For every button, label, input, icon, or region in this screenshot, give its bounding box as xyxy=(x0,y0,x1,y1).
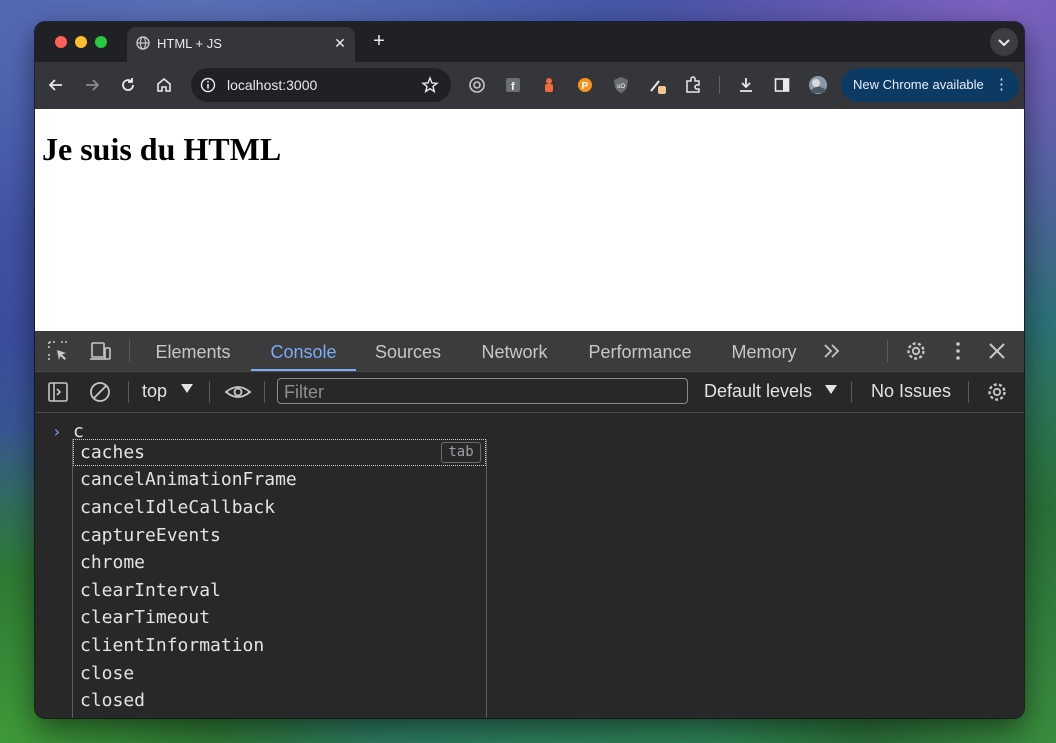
browser-toolbar: localhost:3000 f P uO New Chrome availab… xyxy=(35,62,1024,109)
page-heading: Je suis du HTML xyxy=(42,131,282,167)
tabbar-divider xyxy=(129,340,130,362)
device-toolbar-icon[interactable] xyxy=(88,339,112,363)
customize-menu-icon[interactable] xyxy=(946,339,970,363)
svg-text:uO: uO xyxy=(617,84,625,90)
extension-target-icon[interactable] xyxy=(467,75,487,95)
autocomplete-item[interactable]: cancelIdleCallback xyxy=(73,494,486,521)
active-tab-indicator xyxy=(251,369,356,371)
devtools-panel: Elements Console Sources Network Perform… xyxy=(35,331,1024,718)
autocomplete-item[interactable]: clearInterval xyxy=(73,577,486,604)
tab-hint-badge: tab xyxy=(441,442,481,463)
prompt-chevron-icon: › xyxy=(52,422,62,441)
ublock-shield-icon[interactable]: uO xyxy=(611,75,631,95)
tab-console[interactable]: Console xyxy=(251,331,356,371)
filter-input[interactable]: Filter xyxy=(277,378,688,404)
tab-sources[interactable]: Sources xyxy=(365,331,451,371)
minimize-window-button[interactable] xyxy=(75,36,87,48)
close-tab-icon[interactable]: ✕ xyxy=(331,34,349,52)
kebab-menu-icon[interactable]: ⋮ xyxy=(994,75,1009,93)
clear-console-icon[interactable] xyxy=(88,380,112,404)
chevron-down-icon xyxy=(998,39,1010,47)
tab-search-button[interactable] xyxy=(990,28,1018,56)
extension-f-icon[interactable]: f xyxy=(503,75,523,95)
new-chrome-available-button[interactable]: New Chrome available ⋮ xyxy=(841,68,1019,102)
live-expression-eye-icon[interactable] xyxy=(224,380,252,404)
side-panel-icon[interactable] xyxy=(772,75,792,95)
bookmark-star-icon[interactable] xyxy=(421,76,439,94)
autocomplete-item[interactable]: caches tab xyxy=(73,439,486,466)
extension-eyedropper-icon[interactable] xyxy=(647,75,667,95)
autocomplete-item[interactable]: clearTimeout xyxy=(73,604,486,631)
context-dropdown-icon[interactable] xyxy=(181,384,193,393)
inspect-element-icon[interactable] xyxy=(46,339,70,363)
url-text: localhost:3000 xyxy=(227,77,318,93)
globe-icon xyxy=(136,36,150,50)
more-tabs-chevron-icon[interactable] xyxy=(820,339,844,363)
console-toolbar-divider-5 xyxy=(968,381,969,403)
autocomplete-item[interactable]: cancelAnimationFrame xyxy=(73,466,486,493)
site-info-icon[interactable] xyxy=(200,77,216,93)
console-output[interactable]: › c caches tab cancelAnimationFrame canc… xyxy=(35,413,1024,718)
console-toolbar-divider xyxy=(128,381,129,403)
extension-coin-icon[interactable]: P xyxy=(575,75,595,95)
issues-counter[interactable]: No Issues xyxy=(871,381,951,402)
console-settings-gear-icon[interactable] xyxy=(985,380,1009,404)
log-levels-dropdown[interactable]: Default levels xyxy=(704,381,812,402)
tabbar-divider-right xyxy=(887,340,888,362)
update-label: New Chrome available xyxy=(853,77,984,92)
console-toolbar-divider-3 xyxy=(264,381,265,403)
autocomplete-item[interactable]: closed xyxy=(73,687,486,714)
levels-dropdown-icon[interactable] xyxy=(825,385,837,394)
autocomplete-item[interactable]: close xyxy=(73,660,486,687)
tab-elements[interactable]: Elements xyxy=(147,331,239,371)
toolbar-divider xyxy=(719,76,720,94)
console-toolbar: top Filter Default levels No Issues xyxy=(35,372,1024,413)
address-bar[interactable]: localhost:3000 xyxy=(191,68,451,102)
tab-memory[interactable]: Memory xyxy=(721,331,807,371)
extensions-puzzle-icon[interactable] xyxy=(683,75,703,95)
show-sidebar-icon[interactable] xyxy=(46,380,70,404)
tab-network[interactable]: Network xyxy=(471,331,558,371)
devtools-tab-bar: Elements Console Sources Network Perform… xyxy=(35,331,1024,372)
reload-icon[interactable] xyxy=(118,75,138,95)
autocomplete-dropdown: caches tab cancelAnimationFrame cancelId… xyxy=(72,439,487,718)
browser-tab[interactable]: HTML + JS ✕ xyxy=(127,27,355,62)
console-toolbar-divider-2 xyxy=(209,381,210,403)
extension-figure-icon[interactable] xyxy=(539,75,559,95)
context-selector[interactable]: top xyxy=(142,381,167,402)
tab-performance[interactable]: Performance xyxy=(577,331,703,371)
autocomplete-item[interactable]: clientInformation xyxy=(73,632,486,659)
svg-text:f: f xyxy=(511,81,515,93)
forward-icon[interactable] xyxy=(82,75,102,95)
browser-window: HTML + JS ✕ + localhost:3000 f P uO New … xyxy=(35,22,1024,718)
tab-title: HTML + JS xyxy=(157,36,222,51)
settings-gear-icon[interactable] xyxy=(904,339,928,363)
svg-text:P: P xyxy=(582,81,589,92)
web-page: Je suis du HTML xyxy=(35,109,1024,331)
back-icon[interactable] xyxy=(46,75,66,95)
maximize-window-button[interactable] xyxy=(95,36,107,48)
close-window-button[interactable] xyxy=(55,36,67,48)
autocomplete-item[interactable]: chrome xyxy=(73,549,486,576)
console-toolbar-divider-4 xyxy=(851,381,852,403)
home-icon[interactable] xyxy=(154,75,174,95)
tab-strip: HTML + JS ✕ + xyxy=(35,22,1024,62)
profile-avatar[interactable] xyxy=(808,75,828,95)
new-tab-icon[interactable]: + xyxy=(369,31,389,52)
download-icon[interactable] xyxy=(736,75,756,95)
close-devtools-icon[interactable] xyxy=(985,339,1009,363)
autocomplete-item[interactable]: captureEvents xyxy=(73,522,486,549)
